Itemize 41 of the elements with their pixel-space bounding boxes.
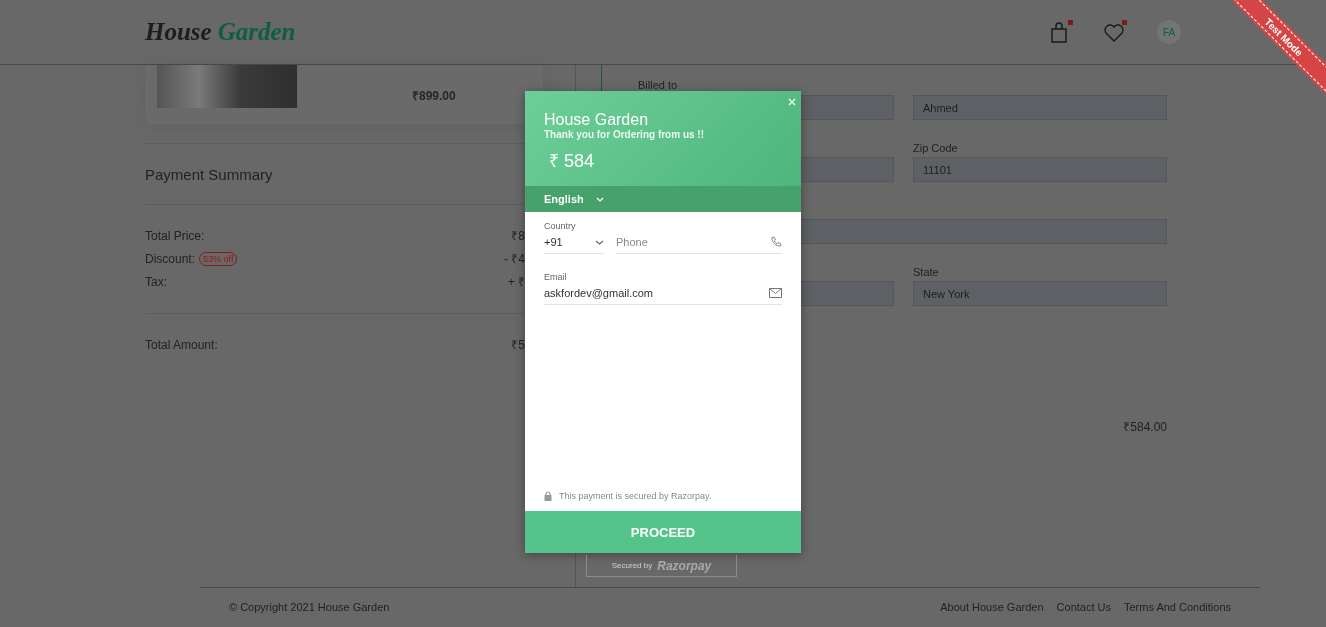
copyright-text: © Copyright 2021 House Garden xyxy=(229,601,390,613)
field-label: Zip Code xyxy=(913,142,959,154)
section-title: Payment Summary xyxy=(145,165,274,185)
total-label: Total Amount: xyxy=(145,337,218,352)
input-field[interactable]: New York xyxy=(913,281,1167,306)
chevron-icon xyxy=(595,196,604,202)
footer-link[interactable]: Terms And Conditions xyxy=(1124,601,1231,613)
logo: House Garden xyxy=(145,18,296,46)
total-value: ₹5 xyxy=(511,337,525,353)
phone-icon xyxy=(770,236,782,248)
input-field[interactable]: 11101 xyxy=(913,157,1167,182)
wishlist-button[interactable] xyxy=(1103,20,1127,44)
footer-link[interactable]: About House Garden xyxy=(940,601,1044,613)
tagline: Thank you for Ordering from us !! xyxy=(544,129,705,140)
summary-label: Tax: xyxy=(145,274,167,289)
order-total: ₹584.00 xyxy=(1123,419,1167,435)
country-select[interactable]: Country +91 xyxy=(544,221,604,254)
mail-icon xyxy=(769,288,782,298)
summary-value: + ₹ xyxy=(507,274,525,290)
footer-link[interactable]: Contact Us xyxy=(1056,601,1111,613)
cart-button[interactable] xyxy=(1049,20,1073,44)
summary-label: Discount: xyxy=(145,251,196,266)
secured-by-badge: Secured by Razorpay xyxy=(586,555,737,577)
item-price: ₹899.00 xyxy=(412,88,456,104)
lock-icon xyxy=(544,491,552,501)
amount: ₹ 584 xyxy=(549,150,596,172)
user-avatar[interactable]: FA xyxy=(1157,20,1181,44)
summary-value: - ₹4 xyxy=(504,251,525,267)
section-heading: Billed to xyxy=(637,78,679,93)
summary-value: ₹8 xyxy=(511,228,525,244)
chevron-icon xyxy=(595,239,604,245)
heart-icon xyxy=(1103,23,1125,43)
merchant-name: House Garden xyxy=(544,111,650,129)
email-field[interactable]: Email askfordev@gmail.com xyxy=(544,272,782,305)
field-label: State xyxy=(913,266,940,278)
bag-icon xyxy=(1049,22,1069,44)
proceed-button[interactable]: PROCEED xyxy=(525,511,801,553)
summary-label: Total Price: xyxy=(145,228,205,243)
language-select[interactable]: English xyxy=(525,186,801,212)
security-note: This payment is secured by Razorpay. xyxy=(559,491,712,501)
input-field[interactable]: Ahmed xyxy=(913,95,1167,120)
